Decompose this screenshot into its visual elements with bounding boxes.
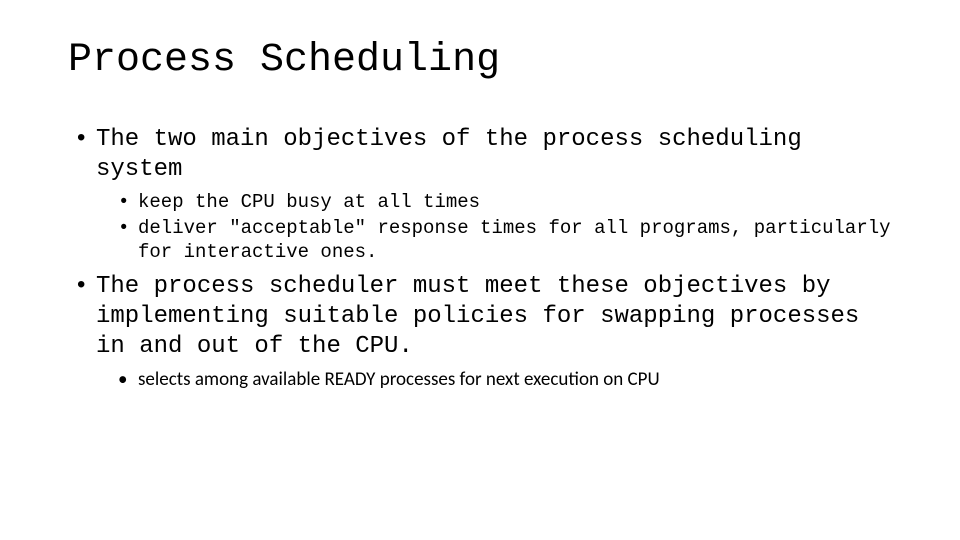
sub-bullet-selects-ready: selects among available READY processes … [114, 368, 892, 393]
sub-bullet-cpu-busy: keep the CPU busy at all times [114, 191, 892, 215]
bullet-text: The process scheduler must meet these ob… [96, 273, 859, 360]
bullet-scheduler-policies: The process scheduler must meet these ob… [68, 272, 892, 393]
sub-bullet-text: keep the CPU busy at all times [138, 191, 480, 213]
sub-bullet-list: selects among available READY processes … [96, 368, 892, 393]
bullet-text: The two main objectives of the process s… [96, 126, 802, 183]
sub-bullet-response-times: deliver "acceptable" response times for … [114, 217, 892, 265]
sub-bullet-list: keep the CPU busy at all times deliver "… [96, 191, 892, 264]
sub-bullet-text: selects among available READY processes … [138, 368, 660, 391]
slide: Process Scheduling The two main objectiv… [0, 0, 960, 540]
sub-bullet-text: deliver "acceptable" response times for … [138, 217, 891, 263]
bullet-list: The two main objectives of the process s… [68, 125, 892, 393]
bullet-objectives: The two main objectives of the process s… [68, 125, 892, 264]
slide-title: Process Scheduling [68, 38, 892, 83]
